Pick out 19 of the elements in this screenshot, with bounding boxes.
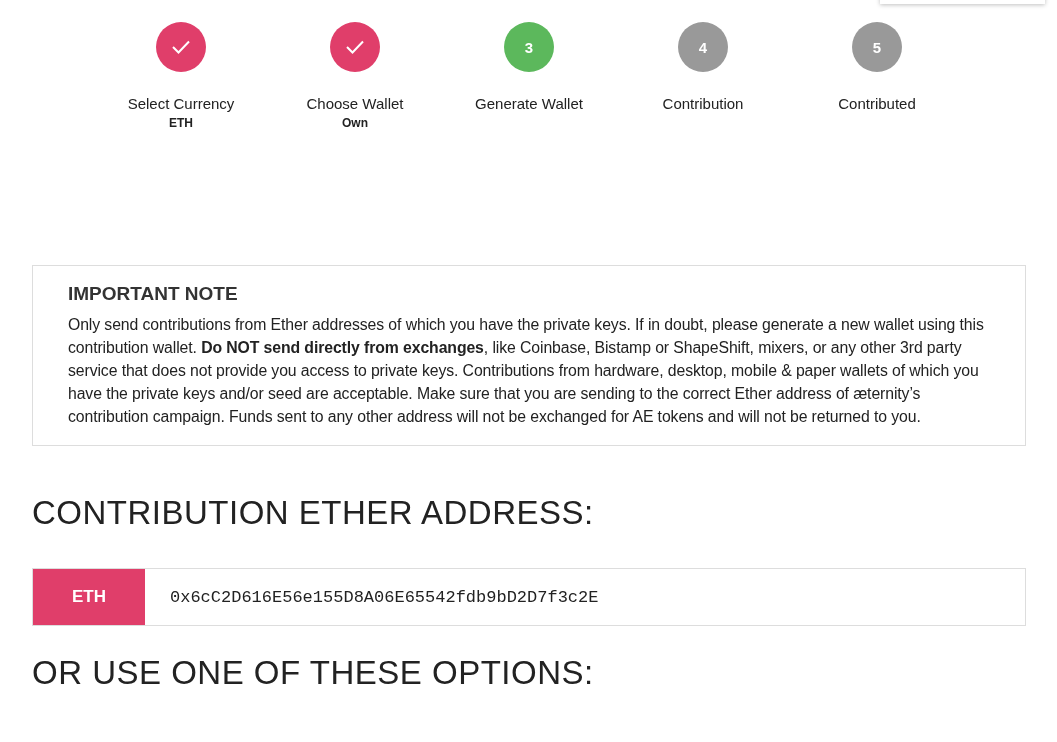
step-number: 3	[524, 38, 534, 56]
address-field[interactable]: ETH 0x6cC2D616E56e155D8A06E65542fdb9bD2D7f3c2E	[32, 568, 1026, 626]
step-label: Contribution	[662, 95, 744, 112]
currency-label: ETH	[33, 569, 145, 625]
check-icon	[171, 39, 191, 55]
step-value: Own	[342, 116, 368, 130]
step-number: 4	[698, 38, 708, 56]
step-label: Select Currency	[127, 95, 235, 112]
step-label: Choose Wallet	[306, 95, 404, 112]
address-value: 0x6cC2D616E56e155D8A06E65542fdb9bD2D7f3c2E	[169, 586, 599, 609]
note-title: IMPORTANT NOTE	[68, 283, 239, 305]
section-heading: CONTRIBUTION ETHER ADDRESS:	[32, 494, 595, 532]
step-label: Contributed	[838, 95, 916, 112]
note-text: Only send contributions from Ether addresses of which you have the private keys. If in doubt, please generate a new wallet using this contribution wallet. Do NOT send directly from exchanges, like Coinbase, Bistamp or ShapeShift, mixers, or any other 3rd party service that does not provide you access to private keys. Contributions from hardware, desktop, mobile & paper wallets of which you have the private keys and/or seed are acceptable. Make sure that you are sending to the correct Ether address of æternity’s contribution campaign. Funds sent to any other address will not be exchanged for AE tokens and will not be returned to you.	[68, 315, 985, 427]
step-label: Generate Wallet	[475, 95, 583, 112]
check-icon	[345, 39, 365, 55]
step-number: 5	[872, 38, 882, 56]
section-heading: OR USE ONE OF THESE OPTIONS:	[32, 654, 595, 692]
step-value: ETH	[169, 116, 193, 130]
